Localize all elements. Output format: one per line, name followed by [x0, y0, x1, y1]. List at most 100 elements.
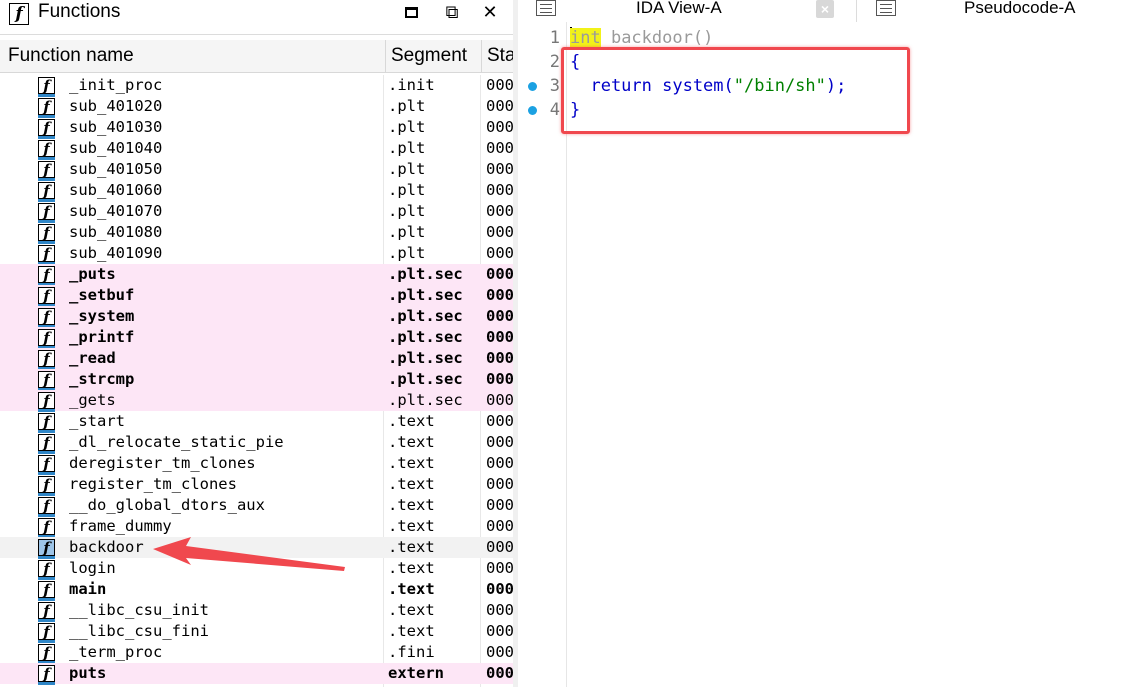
functions-panel: f Functions ⧉ ✕ Function name Segment St…	[0, 0, 513, 687]
function-icon: f	[38, 602, 55, 622]
function-name[interactable]: sub_401070	[69, 201, 381, 222]
function-row[interactable]: f frame_dummy .text 000	[0, 516, 513, 538]
function-name[interactable]: _gets	[69, 390, 381, 411]
function-start-address: 000	[486, 223, 513, 241]
function-name[interactable]: _dl_relocate_static_pie	[69, 432, 381, 453]
pseudocode-tab-icon[interactable]	[876, 0, 896, 16]
function-name[interactable]: register_tm_clones	[69, 474, 381, 495]
tab-ida-view[interactable]: IDA View-A	[636, 0, 722, 22]
breakpoint-dot-icon[interactable]	[528, 82, 537, 91]
function-row[interactable]: f _setbuf .plt.sec 000	[0, 285, 513, 307]
breakpoint-dot-icon[interactable]	[528, 106, 537, 115]
function-name[interactable]: __do_global_dtors_aux	[69, 495, 381, 516]
function-name[interactable]: _term_proc	[69, 642, 381, 663]
function-row[interactable]: f backdoor .text 000	[0, 537, 513, 559]
function-row[interactable]: f _init_proc .init 000	[0, 75, 513, 97]
function-segment: .plt.sec	[388, 307, 463, 325]
function-name[interactable]: sub_401050	[69, 159, 381, 180]
function-name[interactable]: __libc_csu_init	[69, 600, 381, 621]
function-start-address: 000	[486, 622, 513, 640]
function-icon: f	[38, 119, 55, 139]
function-name[interactable]: _start	[69, 411, 381, 432]
line-number: 1	[549, 28, 560, 48]
function-row[interactable]: f main .text 000	[0, 579, 513, 601]
restore-button[interactable]: ⧉	[441, 2, 463, 24]
tab-pseudocode[interactable]: Pseudocode-A	[964, 0, 1076, 22]
ida-view-tab-icon[interactable]	[536, 0, 556, 16]
function-row[interactable]: f __do_global_dtors_aux .text 000	[0, 495, 513, 517]
function-row[interactable]: f _start .text 000	[0, 411, 513, 433]
function-name[interactable]: __libc_csu_fini	[69, 621, 381, 642]
function-name[interactable]: sub_401080	[69, 222, 381, 243]
function-name[interactable]: puts	[69, 663, 381, 684]
function-row[interactable]: f sub_401070 .plt 000	[0, 201, 513, 223]
function-segment: .plt.sec	[388, 391, 463, 409]
function-name[interactable]: sub_401030	[69, 117, 381, 138]
function-row[interactable]: f register_tm_clones .text 000	[0, 474, 513, 496]
function-row[interactable]: f _gets .plt.sec 000	[0, 390, 513, 412]
function-name[interactable]: _printf	[69, 327, 381, 348]
column-divider[interactable]	[481, 40, 482, 72]
function-name[interactable]: sub_401060	[69, 180, 381, 201]
function-start-address: 000	[486, 454, 513, 472]
function-row[interactable]: f puts extern 000	[0, 663, 513, 685]
function-row[interactable]: f _system .plt.sec 000	[0, 306, 513, 328]
functions-titlebar[interactable]: f Functions ⧉ ✕	[0, 0, 513, 35]
function-row[interactable]: f __libc_csu_fini .text 000	[0, 621, 513, 643]
function-name[interactable]: _init_proc	[69, 75, 381, 96]
function-name[interactable]: sub_401020	[69, 96, 381, 117]
function-row[interactable]: f sub_401060 .plt 000	[0, 180, 513, 202]
function-segment: .text	[388, 559, 435, 577]
function-row[interactable]: f _term_proc .fini 000	[0, 642, 513, 664]
function-row[interactable]: f sub_401030 .plt 000	[0, 117, 513, 139]
close-tab-icon[interactable]: ×	[816, 0, 834, 18]
column-header-start[interactable]: Sta	[487, 40, 513, 72]
function-row[interactable]: f _printf .plt.sec 000	[0, 327, 513, 349]
function-name[interactable]: _strcmp	[69, 369, 381, 390]
function-row[interactable]: f login .text 000	[0, 558, 513, 580]
column-divider[interactable]	[385, 40, 386, 72]
function-name[interactable]: main	[69, 579, 381, 600]
functions-table-header: Function name Segment Sta	[0, 40, 513, 73]
type-keyword[interactable]: int	[570, 28, 601, 48]
close-icon: ✕	[482, 2, 498, 23]
function-row[interactable]: f sub_401050 .plt 000	[0, 159, 513, 181]
function-row[interactable]: f deregister_tm_clones .text 000	[0, 453, 513, 475]
function-name[interactable]: _system	[69, 306, 381, 327]
column-header-function-name[interactable]: Function name	[8, 40, 378, 72]
function-name[interactable]: deregister_tm_clones	[69, 453, 381, 474]
function-row[interactable]: f sub_401020 .plt 000	[0, 96, 513, 118]
function-name[interactable]: frame_dummy	[69, 516, 381, 537]
function-row[interactable]: f sub_401080 .plt 000	[0, 222, 513, 244]
function-start-address: 000	[486, 643, 513, 661]
close-panel-button[interactable]: ✕	[479, 2, 501, 24]
function-start-address: 000	[486, 160, 513, 178]
function-row[interactable]: f sub_401090 .plt 000	[0, 243, 513, 265]
function-row[interactable]: f sub_401040 .plt 000	[0, 138, 513, 160]
function-icon: f	[38, 350, 55, 370]
function-icon: f	[38, 644, 55, 664]
function-icon: f	[38, 392, 55, 412]
function-row[interactable]: f __libc_csu_init .text 000	[0, 600, 513, 622]
function-name[interactable]: sub_401040	[69, 138, 381, 159]
line-number: 2	[549, 52, 560, 72]
function-signature[interactable]: backdoor()	[601, 28, 713, 48]
function-name[interactable]: _read	[69, 348, 381, 369]
function-icon: f	[38, 98, 55, 118]
function-name[interactable]: backdoor	[69, 537, 381, 558]
column-header-segment[interactable]: Segment	[391, 40, 477, 72]
function-icon: f	[38, 371, 55, 391]
function-row[interactable]: f _read .plt.sec 000	[0, 348, 513, 370]
function-start-address: 000	[486, 601, 513, 619]
function-name[interactable]: _setbuf	[69, 285, 381, 306]
line-number: 3	[549, 76, 560, 96]
function-name[interactable]: sub_401090	[69, 243, 381, 264]
maximize-button[interactable]	[400, 2, 422, 24]
function-row[interactable]: f _puts .plt.sec 000	[0, 264, 513, 286]
function-start-address: 000	[486, 370, 513, 388]
function-segment: .text	[388, 622, 435, 640]
function-name[interactable]: _puts	[69, 264, 381, 285]
function-name[interactable]: login	[69, 558, 381, 579]
function-row[interactable]: f _strcmp .plt.sec 000	[0, 369, 513, 391]
function-row[interactable]: f _dl_relocate_static_pie .text 000	[0, 432, 513, 454]
